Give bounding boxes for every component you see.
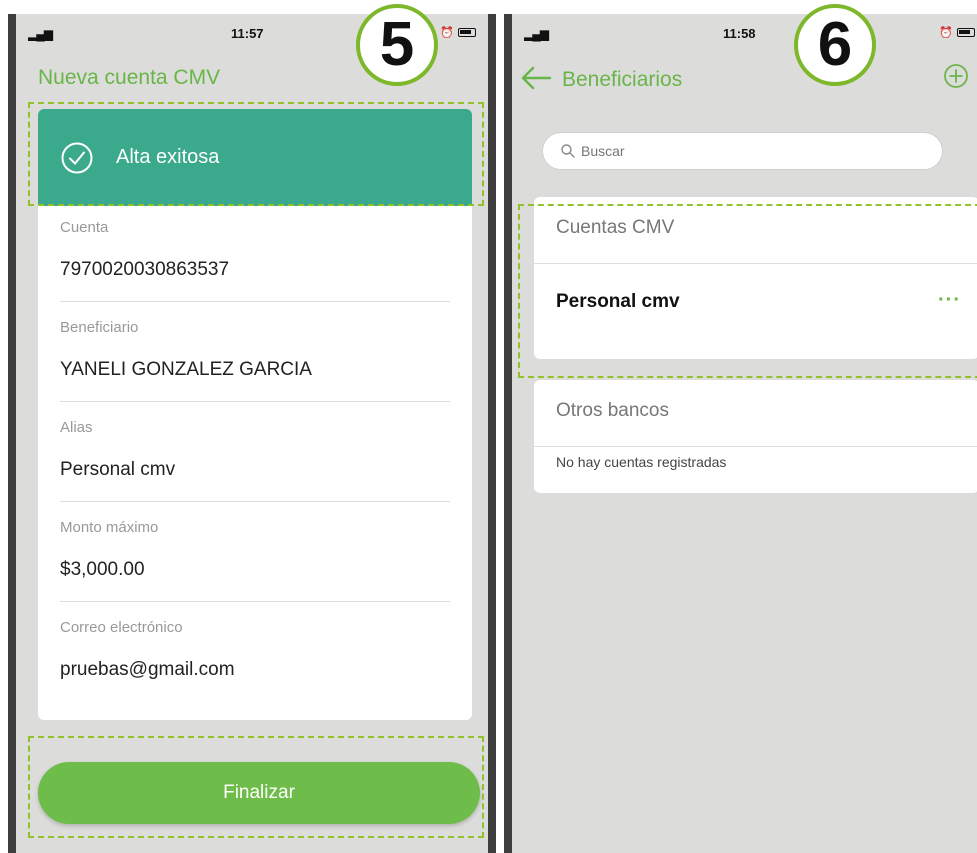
field-value: YANELI GONZALEZ GARCIA — [60, 359, 312, 380]
signal-icon: ▂▄▆ — [524, 27, 549, 41]
field-label: Beneficiario — [60, 319, 139, 336]
battery-icon — [458, 28, 476, 37]
check-circle-icon — [61, 142, 93, 173]
status-bar: ▂▄▆ 11:58 ⏰ — [512, 14, 977, 48]
arrow-left-icon[interactable] — [520, 65, 552, 91]
status-icons: ⏰ — [939, 26, 975, 39]
more-horizontal-icon[interactable]: ··· — [938, 289, 961, 312]
signal-icon: ▂▄▆ — [28, 27, 53, 41]
success-card: Alta exitosa Cuenta 7970020030863537 Ben… — [38, 109, 472, 720]
section-cmv-accounts: Cuentas CMV Personal cmv ··· — [534, 197, 977, 359]
screen-beneficiaries: ▂▄▆ 11:58 ⏰ Beneficiarios Buscar Cuentas… — [512, 14, 977, 853]
field-email: Correo electrónico pruebas@gmail.com — [60, 619, 450, 681]
search-icon — [561, 144, 575, 158]
finalize-button[interactable]: Finalizar — [38, 762, 480, 824]
page-title: Nueva cuenta CMV — [38, 66, 221, 89]
field-beneficiary: Beneficiario YANELI GONZALEZ GARCIA — [60, 319, 450, 402]
divider — [534, 446, 977, 447]
plus-circle-icon[interactable] — [943, 63, 969, 89]
field-label: Alias — [60, 419, 93, 436]
field-account: Cuenta 7970020030863537 — [60, 219, 450, 302]
step-badge-5: 5 — [356, 4, 438, 86]
screen-new-account: ▂▄▆ 11:57 ⏰ Nueva cuenta CMV Alta exitos… — [16, 14, 488, 853]
step-badge-6: 6 — [794, 4, 876, 86]
field-label: Monto máximo — [60, 519, 159, 536]
field-alias: Alias Personal cmv — [60, 419, 450, 502]
divider — [60, 401, 450, 402]
battery-icon — [957, 28, 975, 37]
section-title: Otros bancos — [556, 400, 669, 421]
alarm-icon: ⏰ — [440, 27, 454, 39]
field-value: 7970020030863537 — [60, 259, 230, 280]
field-label: Correo electrónico — [60, 619, 183, 636]
account-item-name[interactable]: Personal cmv — [556, 291, 680, 313]
divider — [60, 501, 450, 502]
phone-frame-step-5: ▂▄▆ 11:57 ⏰ Nueva cuenta CMV Alta exitos… — [8, 14, 496, 853]
search-bar[interactable] — [542, 132, 943, 170]
divider — [60, 601, 450, 602]
field-value: $3,000.00 — [60, 559, 145, 580]
search-input[interactable] — [581, 143, 886, 159]
field-value: pruebas@gmail.com — [60, 659, 235, 680]
success-banner: Alta exitosa — [38, 109, 472, 206]
status-icons: ⏰ — [440, 26, 476, 39]
field-max-amount: Monto máximo $3,000.00 — [60, 519, 450, 602]
section-other-banks: Otros bancos No hay cuentas registradas — [534, 380, 977, 493]
empty-state-text: No hay cuentas registradas — [556, 454, 727, 470]
field-value: Personal cmv — [60, 459, 176, 480]
status-time: 11:57 — [231, 26, 264, 41]
status-time: 11:58 — [723, 26, 756, 41]
success-message: Alta exitosa — [116, 146, 220, 168]
divider — [534, 263, 977, 264]
app-header: Beneficiarios — [512, 59, 977, 99]
divider — [60, 301, 450, 302]
alarm-icon: ⏰ — [939, 27, 953, 39]
section-title: Cuentas CMV — [556, 217, 675, 238]
field-label: Cuenta — [60, 219, 109, 236]
page-title: Beneficiarios — [562, 68, 683, 91]
phone-frame-step-6: ▂▄▆ 11:58 ⏰ Beneficiarios Buscar Cuentas… — [504, 14, 977, 853]
